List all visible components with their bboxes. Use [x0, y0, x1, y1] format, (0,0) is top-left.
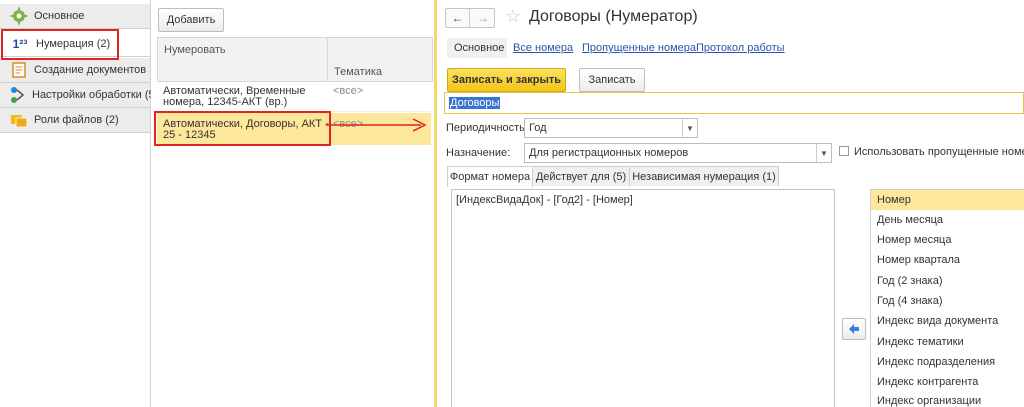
nav-item-label: Настройки обработки (5) — [32, 89, 159, 101]
forward-arrow-icon[interactable]: → — [471, 9, 495, 27]
list-item[interactable]: Индекс тематики — [871, 332, 1024, 352]
tab-log[interactable]: Протокол работы — [696, 42, 785, 54]
nav-item-file-roles[interactable]: Роли файлов (2) — [0, 108, 150, 133]
list-item[interactable]: Год (4 знака) — [871, 291, 1024, 311]
use-skipped-checkbox[interactable] — [839, 146, 849, 156]
nav-item-label: Основное — [34, 10, 85, 22]
column-header-label: Тематика — [334, 66, 383, 78]
nav-item-label: Роли файлов (2) — [34, 114, 119, 126]
nav-item-main[interactable]: Основное — [0, 4, 150, 29]
list-item[interactable]: Год (2 знака) — [871, 271, 1024, 291]
purpose-value: Для регистрационных номеров — [529, 147, 689, 159]
highlight-frame — [1, 29, 119, 60]
file-roles-icon — [9, 110, 29, 130]
row-name-line2: номера, 12345-АКТ (вр.) — [163, 96, 288, 108]
periodicity-value: Год — [529, 122, 547, 134]
document-icon — [9, 60, 29, 80]
column-header-label: Нумеровать — [164, 44, 226, 56]
gear-icon — [9, 6, 29, 26]
list-item[interactable]: День месяца — [871, 210, 1024, 230]
list-item[interactable]: Индекс подразделения — [871, 352, 1024, 372]
name-field[interactable]: Договоры — [444, 92, 1024, 114]
subtab-independent-numbering[interactable]: Независимая нумерация (1) — [629, 166, 779, 186]
processing-icon — [9, 85, 27, 105]
arrow-left-icon — [849, 324, 859, 334]
purpose-select[interactable]: Для регистрационных номеров ▼ — [524, 143, 832, 163]
subtab-format[interactable]: Формат номера — [447, 166, 533, 187]
history-nav: ← → — [445, 8, 495, 28]
page-title: Договоры (Нумератор) — [529, 8, 698, 25]
chevron-down-icon[interactable]: ▼ — [816, 144, 831, 162]
insert-button[interactable] — [842, 318, 866, 340]
row-topic: <все> — [333, 85, 364, 97]
purpose-label: Назначение: — [446, 147, 511, 159]
tab-main-label: Основное — [454, 42, 505, 54]
save-and-close-button[interactable]: Записать и закрыть — [447, 68, 566, 92]
format-textarea[interactable]: [ИндексВидаДок] - [Год2] - [Номер] — [451, 189, 835, 407]
periodicity-select[interactable]: Год ▼ — [524, 118, 698, 138]
nav-item-label: Создание документов — [34, 64, 147, 76]
nav-item-processing-settings[interactable]: Настройки обработки (5) — [0, 83, 158, 108]
save-button[interactable]: Записать — [579, 68, 645, 92]
list-item[interactable]: Индекс контрагента — [871, 372, 1024, 392]
list-item-selected[interactable]: Номер — [871, 190, 1024, 210]
chevron-down-icon[interactable]: ▼ — [682, 119, 697, 137]
tab-all-numbers[interactable]: Все номера — [513, 42, 573, 54]
nav-item-create-documents[interactable]: Создание документов — [0, 58, 150, 83]
tab-skipped-numbers[interactable]: Пропущенные номера — [582, 42, 696, 54]
table-row[interactable]: Автоматически, Временные номера, 12345-А… — [157, 80, 431, 112]
add-button[interactable]: Добавить — [158, 8, 224, 32]
highlight-frame — [154, 111, 331, 146]
arrow-icon — [326, 118, 427, 132]
column-header-topic[interactable]: Тематика — [327, 37, 433, 82]
subtab-applies-to[interactable]: Действует для (5) — [532, 166, 630, 186]
name-value: Договоры — [449, 97, 501, 109]
list-item[interactable]: Номер месяца — [871, 230, 1024, 250]
list-item[interactable]: Индекс вида документа — [871, 311, 1024, 331]
column-header-numbering[interactable]: Нумеровать — [157, 37, 330, 82]
left-navigation: Основное 1²³ Нумерация (2) Создание доку… — [0, 0, 158, 407]
list-item[interactable]: Номер квартала — [871, 250, 1024, 270]
format-value: [ИндексВидаДок] - [Год2] - [Номер] — [456, 194, 633, 206]
use-skipped-label: Использовать пропущенные номера — [854, 146, 1024, 158]
periodicity-label: Периодичность: — [446, 122, 528, 134]
tab-main[interactable]: Основное — [447, 38, 507, 58]
numbering-list-panel: Добавить Нумеровать Тематика Автоматичес… — [151, 0, 433, 407]
star-icon[interactable]: ☆ — [505, 6, 521, 27]
list-item[interactable]: Индекс организации — [871, 392, 1024, 407]
back-arrow-icon[interactable]: ← — [446, 9, 470, 27]
